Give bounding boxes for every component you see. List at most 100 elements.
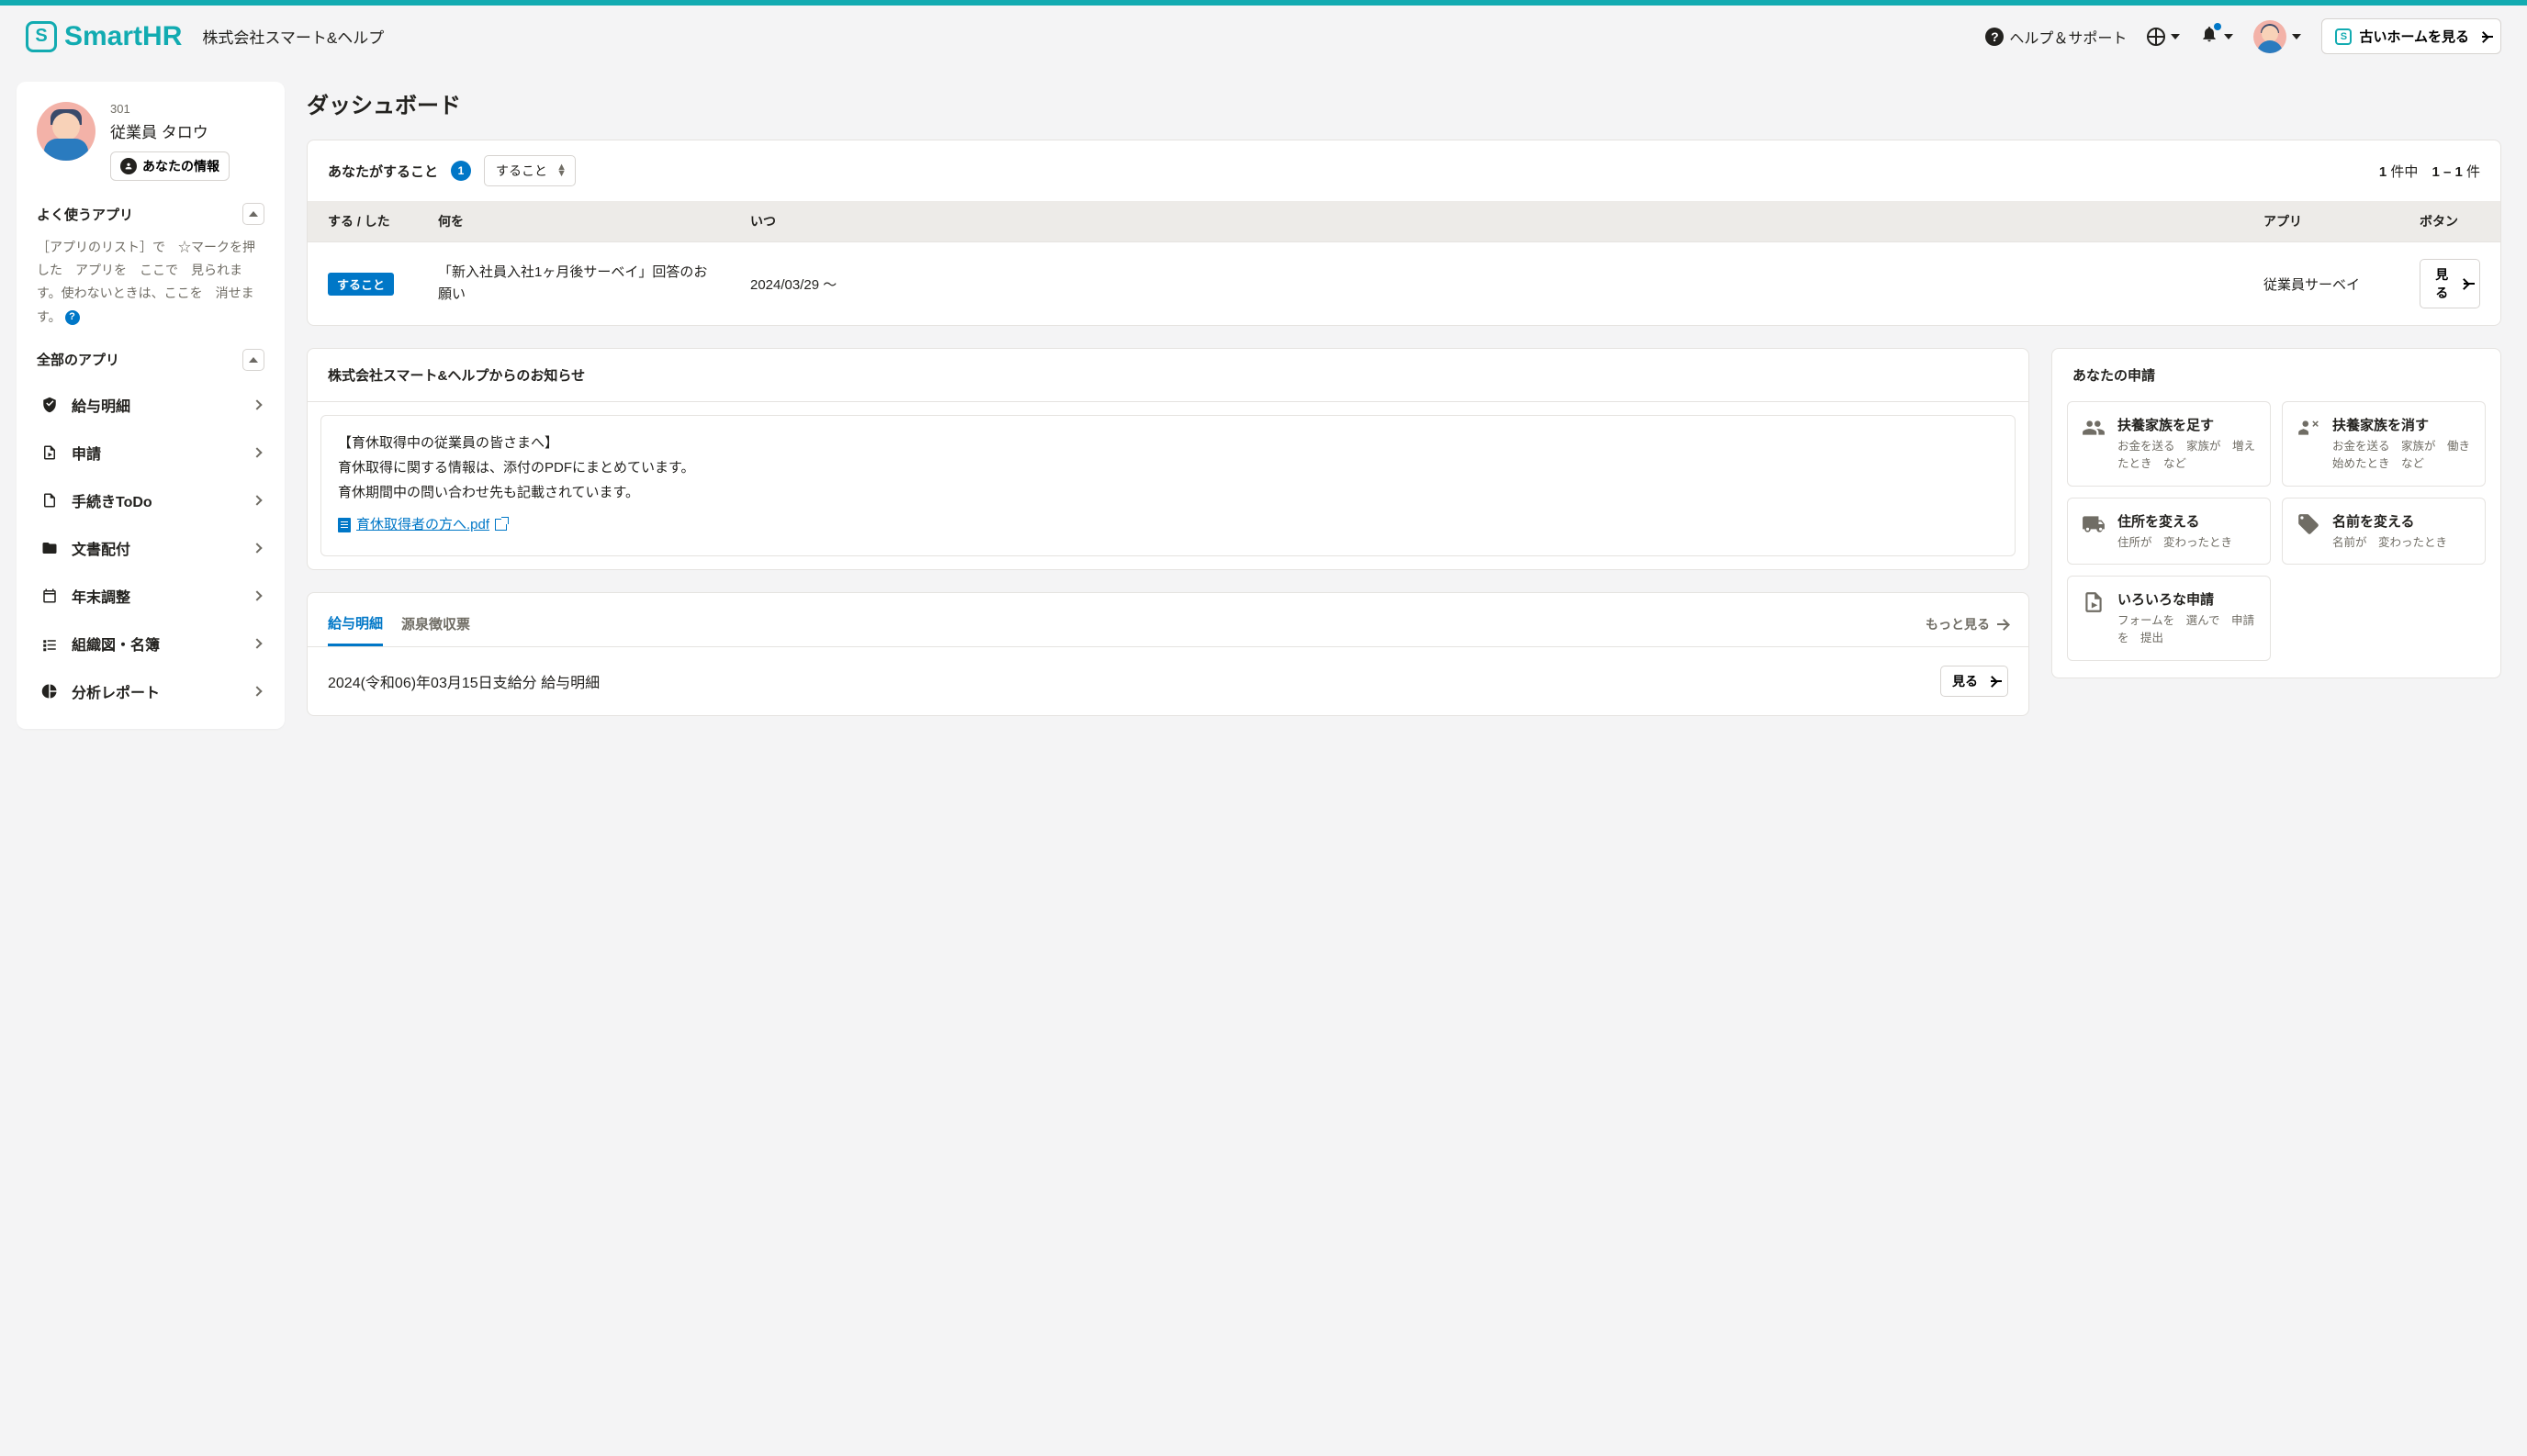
sidebar-item-label: 組織図・名簿 [72,633,241,655]
request-desc: お金を送る 家族が 働き始めたとき など [2332,438,2472,473]
request-change-address[interactable]: 住所を変える 住所が 変わったとき [2067,498,2271,566]
logo-text: SmartHR [64,21,182,52]
chevron-right-icon [252,686,262,696]
sidebar-item-label: 給与明細 [72,394,241,416]
todo-th-what: 何を [418,201,730,242]
your-info-label: あなたの情報 [142,157,219,175]
todo-filter-select[interactable]: すること ▲▼ [484,155,576,186]
payslip-icon [40,397,59,413]
tab-payslip[interactable]: 給与明細 [328,602,383,646]
todo-th-status: する / した [308,201,418,242]
news-card: 株式会社スマート&ヘルプからのお知らせ 【育休取得中の従業員の皆さまへ】 育休取… [307,348,2029,570]
sidebar-item-documents[interactable]: 文書配付 [37,525,264,571]
sidebar-item-procedure-todo[interactable]: 手続きToDo [37,477,264,523]
all-apps-header: 全部のアプリ [37,349,264,371]
tab-withholding[interactable]: 源泉徴収票 [401,603,470,644]
requests-card-title: あなたの申請 [2052,349,2500,401]
request-desc: お金を送る 家族が 増えたとき など [2117,438,2257,473]
request-remove-dependent[interactable]: 扶養家族を消す お金を送る 家族が 働き始めたとき など [2282,401,2486,487]
caret-up-icon [249,357,258,363]
todo-filter-label: すること [496,163,547,178]
procedure-icon [40,492,59,509]
employee-id: 301 [110,102,230,116]
chevron-right-icon [252,590,262,600]
help-support-label: ヘルプ＆サポート [2009,26,2127,48]
your-info-button[interactable]: あなたの情報 [110,151,230,181]
sidebar-item-year-end[interactable]: 年末調整 [37,573,264,619]
sidebar-item-analytics[interactable]: 分析レポート [37,668,264,714]
old-home-label: 古いホームを見る [2359,27,2469,46]
calendar-icon [40,588,59,604]
all-apps-title: 全部のアプリ [37,350,119,369]
old-home-button[interactable]: S 古いホームを見る [2321,18,2501,54]
todo-view-button[interactable]: 見る [2420,259,2480,308]
header: S SmartHR 株式会社スマート&ヘルプ ? ヘルプ＆サポート S 古いホー… [0,6,2527,67]
analytics-icon [40,683,59,700]
sidebar-item-request[interactable]: 申請 [37,430,264,476]
todo-section-title: あなたがすること [328,162,438,181]
family-remove-icon [2296,415,2321,441]
logo-mark-icon: S [26,21,57,52]
employee-name: 従業員 タロウ [110,119,230,142]
request-title: いろいろな申請 [2117,589,2257,609]
payslip-view-button[interactable]: 見る [1940,666,2008,697]
collapse-frequent-button[interactable] [242,203,264,225]
todo-when-text: 2024/03/29 〜 [730,242,2243,326]
news-item: 【育休取得中の従業員の皆さまへ】 育休取得に関する情報は、添付のPDFにまとめて… [320,415,2016,556]
todo-count-text: 1 件中 1 – 1 件 [2379,162,2480,181]
sidebar-item-label: 年末調整 [72,585,241,607]
help-hint-icon[interactable]: ? [65,310,80,325]
language-selector[interactable] [2147,28,2180,46]
profile-block: 301 従業員 タロウ あなたの情報 [37,102,264,181]
todo-count-badge: 1 [451,161,471,181]
frequent-apps-header: よく使うアプリ [37,203,264,225]
arrow-right-icon [1985,676,1996,687]
todo-th-app: アプリ [2243,201,2399,242]
request-desc: 住所が 変わったとき [2117,534,2232,552]
sidebar-item-label: 申請 [72,442,241,464]
arrow-right-icon [1997,619,2008,630]
caret-down-icon [2224,34,2233,39]
request-desc: 名前が 変わったとき [2332,534,2447,552]
tag-icon [2296,511,2321,537]
logo[interactable]: S SmartHR [26,21,182,52]
app-list: 給与明細 申請 手続きToDo 文書配付 年末調整 [37,382,264,714]
requests-card: あなたの申請 扶養家族を足す お金を送る 家族が 増えたとき など [2051,348,2501,678]
sidebar-item-label: 文書配付 [72,537,241,559]
help-support-link[interactable]: ? ヘルプ＆サポート [1985,26,2127,48]
caret-down-icon [2292,34,2301,39]
news-card-title: 株式会社スマート&ヘルプからのお知らせ [308,349,2028,402]
chevron-right-icon [252,447,262,457]
request-title: 扶養家族を足す [2117,415,2257,434]
todo-what-text: 「新入社員入社1ヶ月後サーベイ」回答のお願い [418,242,730,326]
request-desc: フォームを 選んで 申請を 提出 [2117,612,2257,647]
user-menu[interactable] [2253,20,2301,53]
todo-card: あなたがすること 1 すること ▲▼ 1 件中 1 – 1 件 する / した [307,140,2501,326]
todo-th-when: いつ [730,201,2243,242]
news-pdf-link[interactable]: 育休取得者の方へ.pdf [338,512,507,537]
avatar [2253,20,2286,53]
person-icon [120,158,137,174]
request-title: 扶養家族を消す [2332,415,2472,434]
sidebar-item-org-chart[interactable]: 組織図・名簿 [37,621,264,666]
payslip-card: 給与明細 源泉徴収票 もっと見る 2024(令和06)年03月15日支給分 給与… [307,592,2029,716]
bell-icon [2200,25,2218,49]
payslip-row-text: 2024(令和06)年03月15日支給分 給与明細 [328,670,600,692]
news-item-title: 【育休取得中の従業員の皆さまへ】 [338,431,1998,455]
frequent-apps-description: ［アプリのリスト］で ☆マークを押した アプリを ここで 見られます。使わないと… [37,236,264,329]
collapse-all-button[interactable] [242,349,264,371]
news-link-text: 育休取得者の方へ.pdf [356,512,489,537]
select-carets-icon: ▲▼ [556,164,567,177]
view-label: 見る [2432,265,2452,302]
payslip-more-link[interactable]: もっと見る [1926,615,2008,633]
todo-status-tag: すること [328,273,394,296]
sidebar-item-payslip[interactable]: 給与明細 [37,382,264,428]
notifications-button[interactable] [2200,25,2233,49]
notification-dot-icon [2214,23,2221,30]
more-label: もっと見る [1926,615,1990,633]
request-change-name[interactable]: 名前を変える 名前が 変わったとき [2282,498,2486,566]
caret-down-icon [2171,34,2180,39]
frequent-apps-title: よく使うアプリ [37,205,133,224]
request-various[interactable]: いろいろな申請 フォームを 選んで 申請を 提出 [2067,576,2271,661]
request-add-dependent[interactable]: 扶養家族を足す お金を送る 家族が 増えたとき など [2067,401,2271,487]
